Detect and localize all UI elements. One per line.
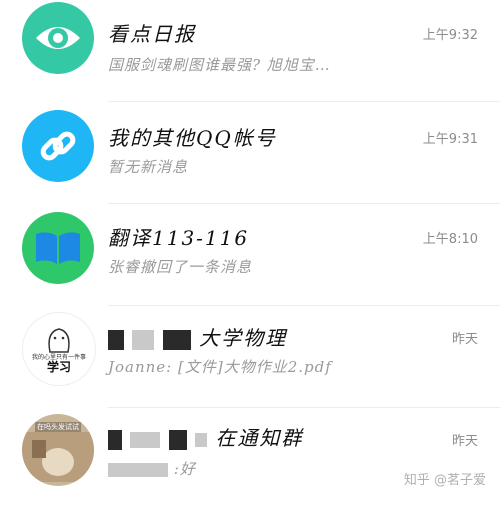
chat-time: 上午9:31 (422, 132, 478, 147)
chat-preview: :好 (108, 458, 196, 479)
chat-row-kandian[interactable]: 看点日报 国服剑魂刷图谁最强? 旭旭宝… 上午9:32 (0, 0, 500, 102)
chat-time: 昨天 (451, 332, 478, 347)
chat-time: 上午9:32 (422, 28, 478, 43)
chat-row-translation[interactable]: 翻译113-116 张睿撤回了一条消息 上午8:10 (0, 204, 500, 306)
chat-row-other-accounts[interactable]: 我的其他QQ帐号 暂无新消息 上午9:31 (0, 102, 500, 204)
blurred-text (108, 463, 168, 477)
blurred-text (162, 329, 191, 350)
chat-row-notice-group[interactable]: 在吗头发试试 在通知群 :好 昨天 (0, 408, 500, 510)
avatar-big-text: 学习 (46, 360, 71, 374)
chat-time: 昨天 (451, 434, 478, 449)
chat-row-physics[interactable]: 我的心里只有一件事 学习 大学物理 Joanne: [文件]大物作业2.pdf … (0, 306, 500, 408)
avatar-caption: 在吗头发试试 (35, 422, 81, 432)
blurred-text (132, 329, 155, 350)
chat-title: 看点日报 (108, 22, 196, 46)
watermark: 知乎 @茗子爱 (403, 473, 486, 488)
blurred-text (108, 429, 122, 450)
avatar (22, 110, 94, 182)
blurred-text (108, 329, 124, 350)
chat-title-text: 大学物理 (199, 326, 288, 350)
chat-title: 翻译113-116 (108, 226, 250, 250)
chat-title: 在通知群 (108, 422, 303, 451)
chat-preview: 暂无新消息 (108, 158, 189, 176)
avatar (22, 212, 94, 284)
photo-avatar-icon (22, 432, 94, 482)
avatar: 在吗头发试试 (22, 414, 94, 486)
link-icon (40, 131, 76, 161)
chat-time: 上午8:10 (422, 232, 478, 247)
eye-icon (36, 27, 80, 49)
blurred-text (195, 432, 208, 447)
book-icon (36, 232, 80, 264)
chat-preview-text: :好 (173, 460, 196, 478)
chat-preview: 国服剑魂刷图谁最强? 旭旭宝… (108, 56, 331, 74)
cartoon-avatar-icon (48, 328, 70, 353)
blurred-text (130, 431, 161, 448)
avatar: 我的心里只有一件事 学习 (22, 312, 96, 386)
chat-title: 大学物理 (108, 322, 287, 351)
chat-title: 我的其他QQ帐号 (108, 126, 277, 150)
chat-title-text: 在通知群 (215, 426, 304, 450)
avatar (22, 2, 94, 74)
chat-preview: Joanne: [文件]大物作业2.pdf (108, 358, 332, 376)
chat-preview: 张睿撤回了一条消息 (108, 258, 253, 276)
blurred-text (168, 429, 187, 450)
